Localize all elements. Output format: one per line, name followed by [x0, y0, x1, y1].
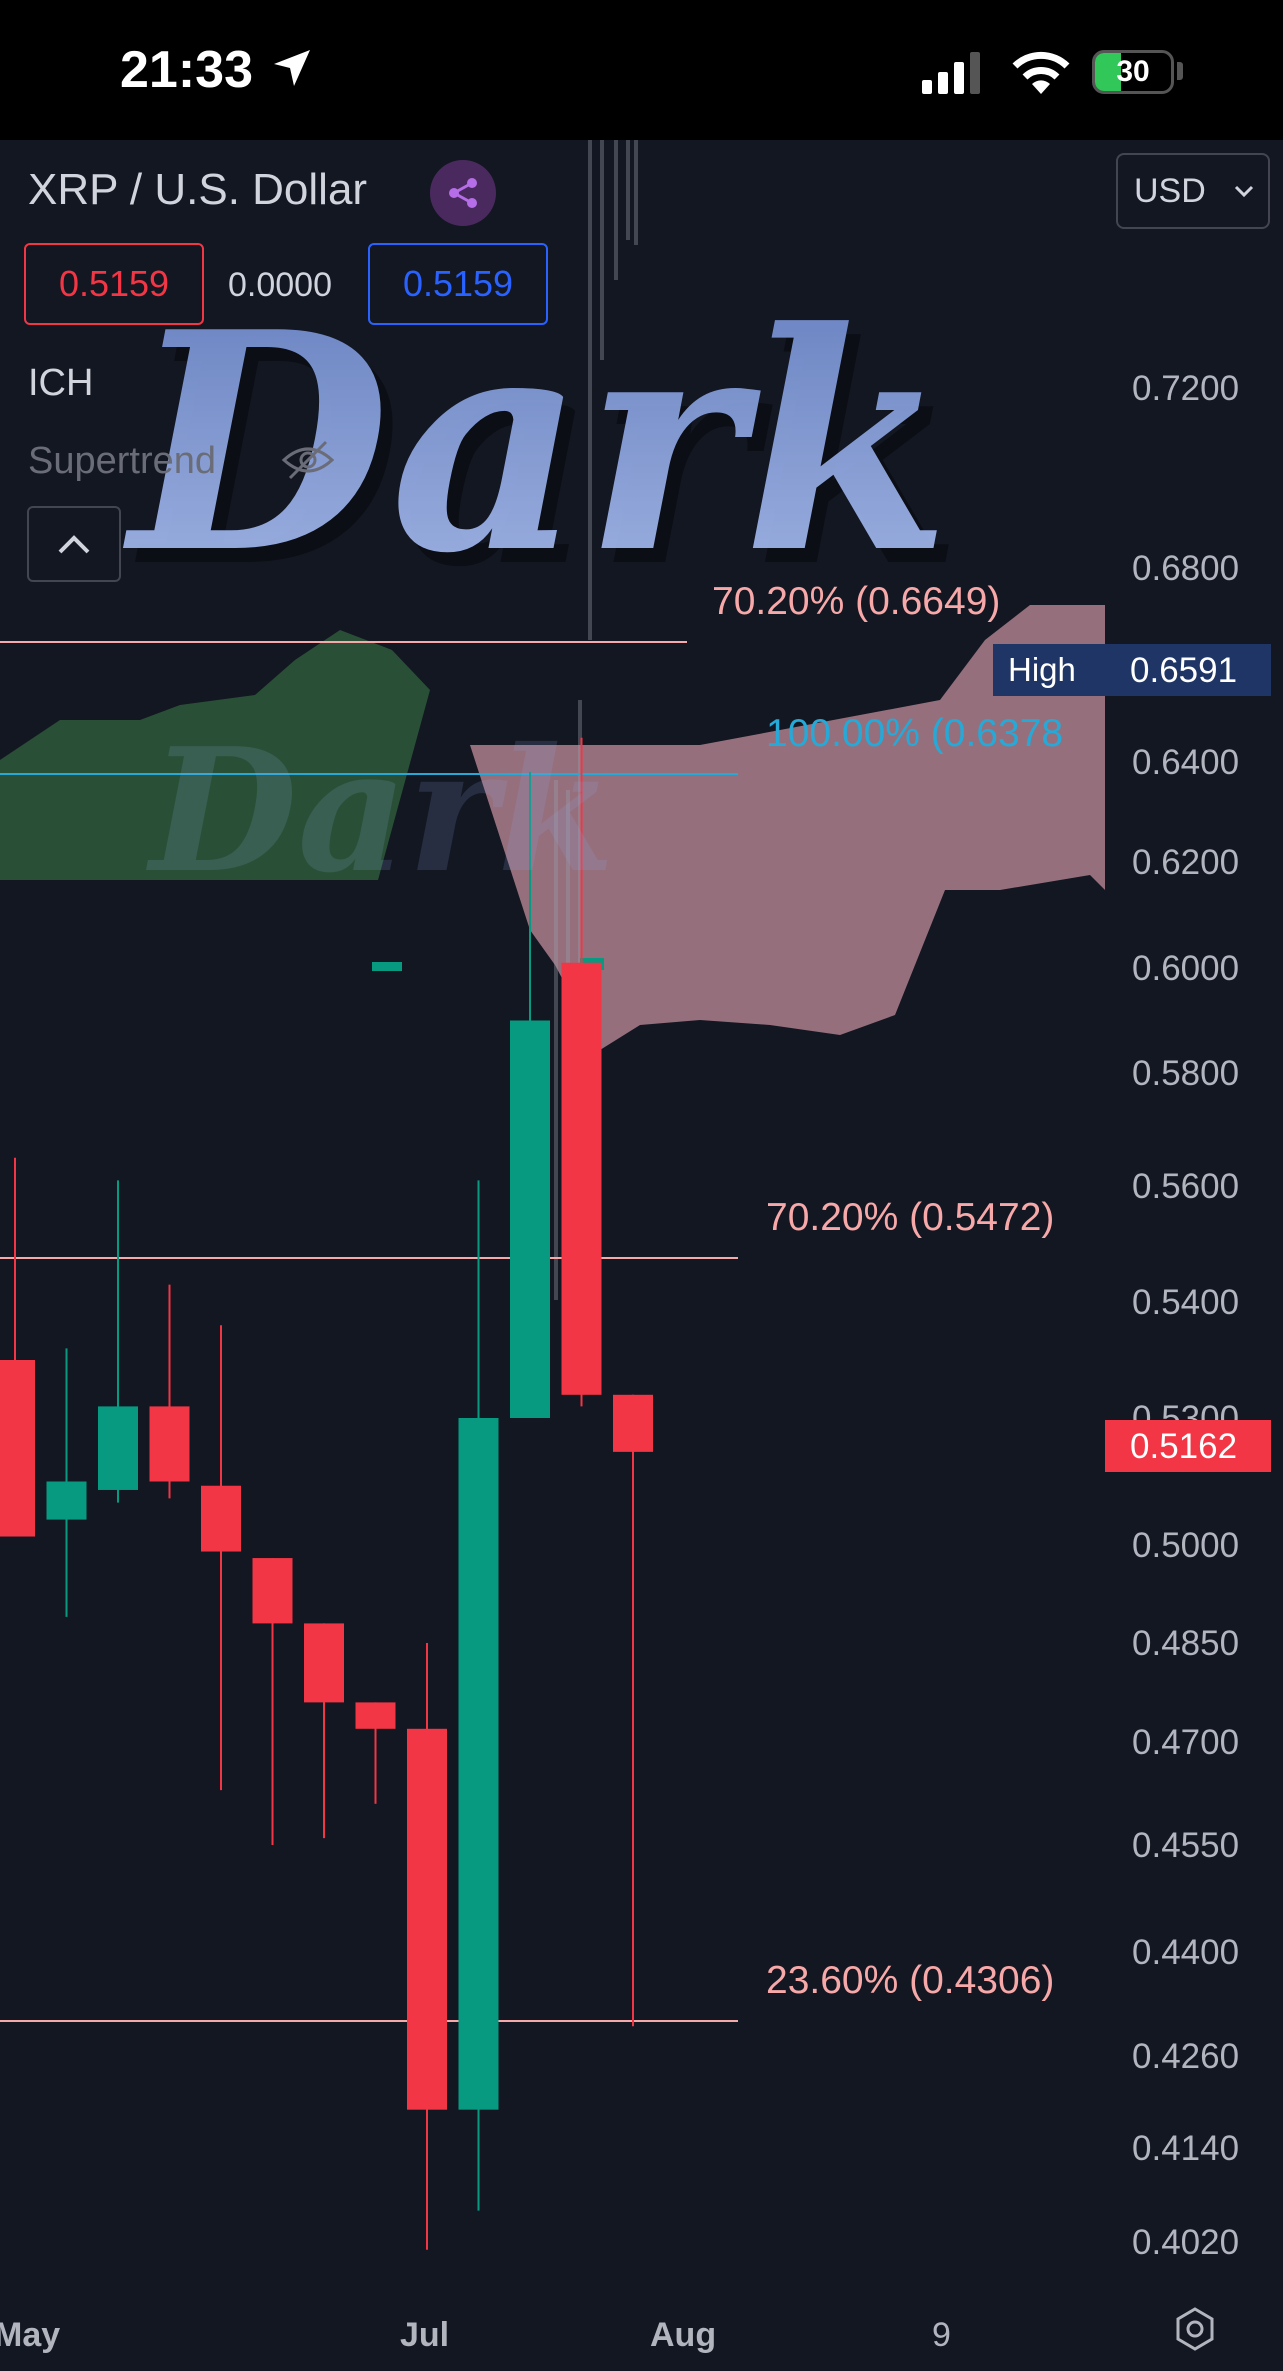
- chevron-up-icon: [58, 535, 90, 554]
- price-tick-label: 0.5800: [1132, 1054, 1239, 1093]
- fib-label-70-lower: 70.20% (0.5472): [766, 1196, 1054, 1239]
- candle-body: [98, 1406, 138, 1490]
- price-tick-label: 0.4850: [1132, 1624, 1239, 1663]
- price-chart[interactable]: 70.20% (0.6649) 100.00% (0.6378 70.20% (…: [0, 0, 1283, 2371]
- small-overlay-candle: [372, 962, 402, 971]
- price-axis-bg: [1105, 140, 1283, 2300]
- candle-body: [201, 1485, 241, 1552]
- price-tick-label: 0.4550: [1132, 1826, 1239, 1865]
- high-marker-label: High: [1008, 651, 1076, 688]
- time-axis: May Jul Aug 9: [0, 2316, 951, 2354]
- indicator-supertrend-label[interactable]: Supertrend: [28, 440, 216, 483]
- candle-body: [252, 1558, 293, 1624]
- price-tick-label: 0.5000: [1132, 1526, 1239, 1565]
- currency-select[interactable]: USD: [1116, 153, 1270, 229]
- time-label-aug: Aug: [650, 2316, 716, 2354]
- buy-price-button[interactable]: 0.5159: [368, 243, 548, 325]
- candle: [304, 1623, 344, 1839]
- time-label-jul: Jul: [400, 2316, 449, 2354]
- indicator-ich-label[interactable]: ICH: [28, 362, 93, 405]
- candle: [98, 1180, 138, 1503]
- time-label-9: 9: [932, 2316, 951, 2354]
- chart-settings-icon[interactable]: [1172, 2306, 1218, 2352]
- candle: [0, 1157, 35, 1537]
- price-tick-label: 0.4260: [1132, 2037, 1239, 2076]
- chevron-down-icon: [1234, 185, 1254, 198]
- price-tick-label: 0.5600: [1132, 1167, 1239, 1206]
- candle-body: [458, 1418, 499, 2110]
- price-tick-label: 0.6200: [1132, 843, 1239, 882]
- candle-body: [0, 1360, 35, 1537]
- candle-body: [561, 962, 602, 1395]
- candle-body: [149, 1406, 190, 1482]
- price-tick-label: 0.6000: [1132, 949, 1239, 988]
- price-tick-label: 0.6800: [1132, 549, 1239, 588]
- price-tick-label: 0.5400: [1132, 1283, 1239, 1322]
- fib-label-100: 100.00% (0.6378: [766, 712, 1063, 755]
- candle: [46, 1348, 87, 1617]
- time-label-may: May: [0, 2316, 60, 2354]
- candle: [458, 1180, 499, 2211]
- candle-body: [510, 1020, 550, 1418]
- candle-body: [355, 1702, 396, 1729]
- candle: [613, 1394, 653, 2027]
- last-price-value: 0.5162: [1130, 1427, 1237, 1466]
- hidden-eye-icon[interactable]: [280, 436, 336, 484]
- watermark-reflection: Dark: [146, 711, 615, 911]
- price-tick-label: 0.4020: [1132, 2223, 1239, 2262]
- candle: [355, 1702, 396, 1804]
- candle: [201, 1325, 241, 1791]
- candle: [252, 1558, 293, 1845]
- candle-body: [46, 1481, 87, 1520]
- currency-value: USD: [1134, 171, 1206, 210]
- candle-body: [407, 1728, 447, 2110]
- collapse-indicators-button[interactable]: [27, 506, 121, 582]
- candle-body: [613, 1394, 653, 1452]
- sell-price-button[interactable]: 0.5159: [24, 243, 204, 325]
- price-tick-label: 0.7200: [1132, 369, 1239, 408]
- share-button[interactable]: [430, 160, 496, 226]
- candle: [407, 1643, 447, 2250]
- symbol-title[interactable]: XRP / U.S. Dollar: [28, 165, 367, 215]
- price-tick-label: 0.6400: [1132, 743, 1239, 782]
- candle-body: [304, 1623, 344, 1703]
- price-tick-label: 0.4700: [1132, 1723, 1239, 1762]
- high-marker-value: 0.6591: [1130, 651, 1237, 690]
- price-tick-label: 0.4140: [1132, 2129, 1239, 2168]
- candle: [149, 1284, 190, 1499]
- share-icon: [449, 178, 477, 208]
- spread-value: 0.0000: [228, 266, 332, 304]
- price-tick-label: 0.4400: [1132, 1933, 1239, 1972]
- fib-label-23: 23.60% (0.4306): [766, 1959, 1054, 2002]
